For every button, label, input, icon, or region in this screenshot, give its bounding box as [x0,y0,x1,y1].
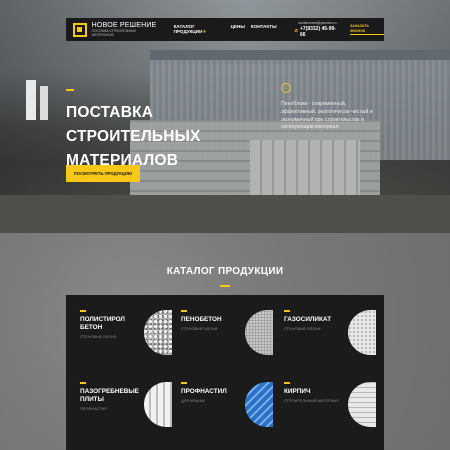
callback-button[interactable]: ЗАКАЗАТЬ ЗВОНОК [349,24,384,35]
main-nav: КАТАЛОГ ПРОДУКЦИИ▾ ЦЕНЫ КОНТАКТЫ [174,24,277,35]
item-subtitle: ПРОФНАСТИЛ [80,406,108,411]
brand-tagline: ПОСТАВКА СТРОИТЕЛЬНЫХ МАТЕРИАЛОВ [91,29,137,37]
item-accent [284,382,290,384]
item-subtitle: СТЕНОВЫЕ БЛОКИ [80,334,117,339]
catalog-item-profiled-sheet[interactable]: ПРОФНАСТИЛ ДЛЯ КРЫШИ [167,367,273,427]
phone-icon: ✆ [294,28,298,34]
contact-block: solutionnew@yandex.ru ✆ +7(8332) 45-99-66 [295,21,340,37]
item-subtitle: СТЕНОВЫЕ БЛОКИ [181,326,218,331]
location-pin-icon: ⌂ [281,83,291,93]
item-name: ПЕНОБЕТОН [181,316,222,323]
chevron-down-icon: ▾ [203,29,206,34]
hero-section: НОВОЕ РЕШЕНИЕ ПОСТАВКА СТРОИТЕЛЬНЫХ МАТЕ… [0,0,450,233]
item-subtitle: ДЛЯ КРЫШИ [181,398,205,403]
logo-icon[interactable] [73,22,87,37]
brand[interactable]: НОВОЕ РЕШЕНИЕ ПОСТАВКА СТРОИТЕЛЬНЫХ МАТЕ… [92,22,157,36]
nav-item-contacts[interactable]: КОНТАКТЫ [251,24,277,35]
item-thumbnail [348,310,376,355]
nav-item-prices[interactable]: ЦЕНЫ [231,24,245,35]
hero-description: Пеноблоки - современный, эффективный, эк… [281,101,373,131]
catalog-item-polystyrene-concrete[interactable]: ПОЛИСТИРОЛ БЕТОН СТЕНОВЫЕ БЛОКИ [66,295,172,355]
phone-link[interactable]: ✆ +7(8332) 45-99-66 [295,26,340,38]
catalog-title: КАТАЛОГ ПРОДУКЦИИ [166,266,284,277]
factory-tower [26,80,36,120]
catalog-title-accent [220,285,230,287]
item-thumbnail [245,382,273,427]
catalog-item-gas-silicate[interactable]: ГАЗОСИЛИКАТ СТЕНОВЫЕ БЛОКИ [270,295,376,355]
catalog-item-tongue-groove-plates[interactable]: ПАЗОГРЕБНЕВЫЕ ПЛИТЫ ПРОФНАСТИЛ [66,367,172,427]
catalog-section: КАТАЛОГ ПРОДУКЦИИ ПОЛИСТИРОЛ БЕТОН СТЕНО… [0,233,450,450]
hero-title: ПОСТАВКА СТРОИТЕЛЬНЫХ МАТЕРИАЛОВ [66,104,201,169]
brand-name: НОВОЕ РЕШЕНИЕ [91,22,157,30]
catalog-grid: ПОЛИСТИРОЛ БЕТОН СТЕНОВЫЕ БЛОКИ ПЕНОБЕТО… [66,295,384,450]
item-accent [80,382,86,384]
item-accent [181,310,187,312]
item-accent [284,310,290,312]
item-accent [181,382,187,384]
catalog-item-brick[interactable]: КИРПИЧ СТРОИТЕЛЬНЫЙ МАТЕРИАЛ [270,367,376,427]
item-name: ПАЗОГРЕБНЕВЫЕ ПЛИТЫ [80,388,139,404]
item-thumbnail [348,382,376,427]
catalog-item-foam-concrete[interactable]: ПЕНОБЕТОН СТЕНОВЫЕ БЛОКИ [167,295,273,355]
title-accent-line [66,89,74,91]
view-products-button[interactable]: ПОСМОТРЕТЬ ПРОДУКЦИЮ [66,165,140,182]
item-accent [80,310,86,312]
item-name: КИРПИЧ [284,388,311,395]
item-subtitle: СТЕНОВЫЕ БЛОКИ [284,326,321,331]
item-subtitle: СТРОИТЕЛЬНЫЙ МАТЕРИАЛ [284,398,339,403]
ground [0,195,450,233]
top-navigation-bar: НОВОЕ РЕШЕНИЕ ПОСТАВКА СТРОИТЕЛЬНЫХ МАТЕ… [66,18,384,41]
factory-tower [40,86,48,120]
item-thumbnail [245,310,273,355]
item-name: ПОЛИСТИРОЛ БЕТОН [80,316,125,332]
nav-item-catalog[interactable]: КАТАЛОГ ПРОДУКЦИИ▾ [174,24,225,35]
item-name: ГАЗОСИЛИКАТ [284,316,332,323]
item-name: ПРОФНАСТИЛ [181,388,227,395]
